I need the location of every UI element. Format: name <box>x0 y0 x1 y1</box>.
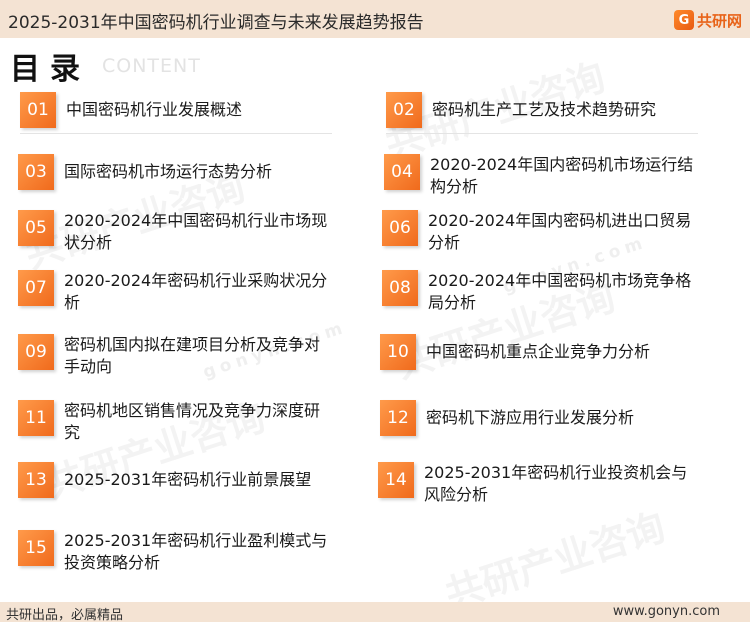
toc-number-badge: 15 <box>18 530 54 566</box>
toc-chapter-title: 2025-2031年密码机行业盈利模式与投资策略分析 <box>64 531 328 572</box>
brand-logo: G 共研网 <box>673 9 742 31</box>
toc-number-badge: 04 <box>384 154 420 190</box>
toc-number-badge: 12 <box>380 400 416 436</box>
toc-number-badge: 13 <box>18 462 54 498</box>
toc-number-badge: 02 <box>386 92 422 128</box>
footer-url: www.gonyn.com <box>612 604 720 619</box>
toc-number-badge: 09 <box>18 334 54 370</box>
header-bar: 2025-2031年中国密码机行业调查与未来发展趋势报告 G 共研网 <box>0 0 750 38</box>
toc-number-badge: 01 <box>20 92 56 128</box>
footer-bar: 共研出品，必属精品 www.gonyn.com <box>0 602 750 622</box>
toc-divider <box>20 133 332 134</box>
toc-chapter-title: 国际密码机市场运行态势分析 <box>64 162 273 181</box>
toc-chapter-title: 中国密码机行业发展概述 <box>66 100 243 119</box>
watermark: 共研产业咨询 <box>439 504 671 617</box>
toc-number-badge: 10 <box>380 334 416 370</box>
toc-chapter-title: 2020-2024年中国密码机市场竞争格局分析 <box>428 271 692 312</box>
toc-divider <box>386 133 698 134</box>
toc-chapter-title: 密码机下游应用行业发展分析 <box>426 408 635 427</box>
toc-number-badge: 11 <box>18 400 54 436</box>
toc-chapter-title: 中国密码机重点企业竞争力分析 <box>426 342 651 361</box>
brand-mark-icon: G <box>673 10 694 30</box>
toc-chapter-title: 2020-2024年密码机行业采购状况分析 <box>64 271 328 312</box>
toc-chapter-title: 密码机地区销售情况及竞争力深度研究 <box>64 401 321 442</box>
toc-chapter-title: 2020-2024年中国密码机行业市场现状分析 <box>64 211 328 252</box>
toc-number-badge: 07 <box>18 270 54 306</box>
toc-chapter-title: 2020-2024年国内密码机市场运行结构分析 <box>430 155 694 196</box>
toc-number-badge: 08 <box>382 270 418 306</box>
toc-number-badge: 03 <box>18 154 54 190</box>
brand-name: 共研网 <box>696 11 742 30</box>
toc-number-badge: 14 <box>378 462 414 498</box>
section-title: 目录 <box>10 52 90 87</box>
toc-chapter-title: 2020-2024年国内密码机进出口贸易分析 <box>428 211 692 252</box>
toc-chapter-title: 密码机生产工艺及技术趋势研究 <box>432 100 657 119</box>
footer-slogan: 共研出品，必属精品 <box>6 608 124 622</box>
section-subtitle: CONTENT <box>102 55 201 77</box>
toc-number-badge: 05 <box>18 210 54 246</box>
toc-chapter-title: 密码机国内拟在建项目分析及竞争对手动向 <box>64 335 321 376</box>
toc-chapter-title: 2025-2031年密码机行业投资机会与风险分析 <box>424 463 688 504</box>
report-title: 2025-2031年中国密码机行业调查与未来发展趋势报告 <box>8 13 424 33</box>
toc-number-badge: 06 <box>382 210 418 246</box>
toc-chapter-title: 2025-2031年密码机行业前景展望 <box>64 470 312 489</box>
